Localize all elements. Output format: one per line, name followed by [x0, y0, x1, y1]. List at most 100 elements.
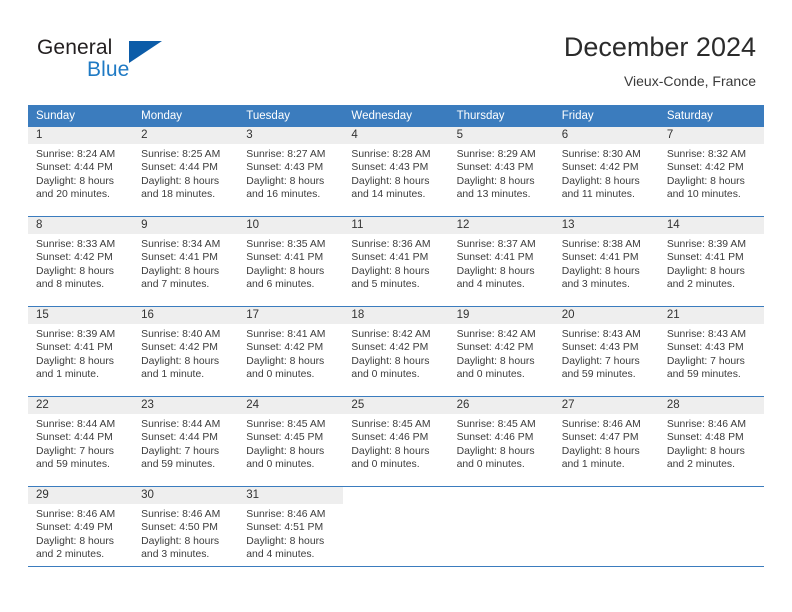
- sunset-time: Sunset: 4:43 PM: [246, 162, 324, 174]
- sunset-time: Sunset: 4:43 PM: [456, 162, 534, 174]
- day-cell-inner: 24 Sunrise: 8:45 AM Sunset: 4:45 PM Dayligh…: [238, 397, 344, 486]
- daylight-duration-line2: and 14 minutes.: [351, 189, 426, 201]
- calendar-day-cell[interactable]: 8 Sunrise: 8:33 AM Sunset: 4:42 PM Daylight…: [28, 216, 134, 307]
- daylight-duration-line2: and 59 minutes.: [666, 369, 741, 381]
- calendar-day-cell[interactable]: 21 Sunrise: 8:43 AM Sunset: 4:43 PM Dayligh…: [658, 306, 764, 397]
- calendar-day-cell[interactable]: 27 Sunrise: 8:46 AM Sunset: 4:47 PM Dayligh…: [553, 396, 659, 487]
- daylight-duration-line2: and 7 minutes.: [141, 279, 210, 291]
- daylight-duration-line1: Daylight: 8 hours: [456, 355, 535, 367]
- day-details: Sunrise: 8:41 AM Sunset: 4:42 PM Daylight:…: [238, 324, 343, 382]
- sunrise-time: Sunrise: 8:32 AM: [666, 149, 746, 160]
- sunrise-time: Sunrise: 8:41 AM: [246, 329, 326, 340]
- day-number: 6: [553, 127, 659, 144]
- sunset-time: Sunset: 4:41 PM: [561, 252, 639, 264]
- daylight-duration-line1: Daylight: 8 hours: [456, 265, 535, 277]
- daylight-duration-line1: Daylight: 7 hours: [141, 445, 220, 457]
- daylight-duration-line1: Daylight: 8 hours: [666, 175, 745, 187]
- daylight-duration-line2: and 0 minutes.: [456, 459, 525, 471]
- day-details: Sunrise: 8:33 AM Sunset: 4:42 PM Daylight:…: [28, 234, 133, 292]
- daylight-duration-line1: Daylight: 8 hours: [36, 355, 114, 367]
- calendar-day-cell[interactable]: 24 Sunrise: 8:45 AM Sunset: 4:45 PM Dayligh…: [238, 396, 344, 487]
- calendar-day-cell[interactable]: 22 Sunrise: 8:44 AM Sunset: 4:44 PM Dayligh…: [28, 396, 134, 487]
- calendar-day-cell[interactable]: 1 Sunrise: 8:24 AM Sunset: 4:44 PM Daylight…: [28, 127, 134, 217]
- calendar-day-cell[interactable]: 2 Sunrise: 8:25 AM Sunset: 4:44 PM Daylight…: [133, 127, 239, 217]
- day-cell-inner: [553, 487, 659, 576]
- sunrise-time: Sunrise: 8:44 AM: [141, 419, 221, 430]
- calendar-day-cell[interactable]: 4 Sunrise: 8:28 AM Sunset: 4:43 PM Daylight…: [343, 127, 449, 217]
- calendar-day-cell[interactable]: 11 Sunrise: 8:36 AM Sunset: 4:41 PM Dayligh…: [343, 216, 449, 307]
- daylight-duration-line2: and 0 minutes.: [351, 369, 420, 381]
- day-cell-inner: 14 Sunrise: 8:39 AM Sunset: 4:41 PM Dayligh…: [658, 217, 764, 306]
- day-details: Sunrise: 8:25 AM Sunset: 4:44 PM Daylight:…: [133, 144, 238, 202]
- calendar-day-cell[interactable]: 23 Sunrise: 8:44 AM Sunset: 4:44 PM Dayligh…: [133, 396, 239, 487]
- logo-text-general: General: [37, 36, 113, 59]
- calendar-day-cell[interactable]: 3 Sunrise: 8:27 AM Sunset: 4:43 PM Daylight…: [238, 127, 344, 217]
- sunrise-time: Sunrise: 8:38 AM: [561, 239, 641, 250]
- sunset-time: Sunset: 4:43 PM: [666, 342, 744, 354]
- calendar-day-cell[interactable]: 15 Sunrise: 8:39 AM Sunset: 4:41 PM Dayligh…: [28, 306, 134, 397]
- sunset-time: Sunset: 4:42 PM: [36, 252, 113, 264]
- calendar-day-cell[interactable]: 12 Sunrise: 8:37 AM Sunset: 4:41 PM Dayligh…: [448, 216, 554, 307]
- calendar-day-cell-empty: [553, 486, 659, 576]
- calendar-week-row: 1 Sunrise: 8:24 AM Sunset: 4:44 PM Daylight…: [28, 127, 764, 217]
- calendar-day-cell[interactable]: 29 Sunrise: 8:46 AM Sunset: 4:49 PM Dayligh…: [28, 486, 134, 576]
- sunset-time: Sunset: 4:43 PM: [351, 162, 429, 174]
- calendar-head: Sunday Monday Tuesday Wednesday Thursday…: [28, 105, 764, 127]
- calendar-day-cell[interactable]: 6 Sunrise: 8:30 AM Sunset: 4:42 PM Daylight…: [553, 127, 659, 217]
- sunset-time: Sunset: 4:42 PM: [456, 342, 534, 354]
- calendar-day-cell[interactable]: 9 Sunrise: 8:34 AM Sunset: 4:41 PM Daylight…: [133, 216, 239, 307]
- sunrise-time: Sunrise: 8:46 AM: [666, 419, 746, 430]
- day-details: Sunrise: 8:35 AM Sunset: 4:41 PM Daylight:…: [238, 234, 343, 292]
- sunset-time: Sunset: 4:49 PM: [36, 522, 113, 534]
- daylight-duration-line2: and 2 minutes.: [666, 459, 736, 471]
- sunrise-time: Sunrise: 8:46 AM: [141, 509, 221, 520]
- day-number: 21: [658, 307, 764, 324]
- day-cell-inner: 20 Sunrise: 8:43 AM Sunset: 4:43 PM Dayligh…: [553, 307, 659, 396]
- calendar-day-cell[interactable]: 5 Sunrise: 8:29 AM Sunset: 4:43 PM Daylight…: [448, 127, 554, 217]
- general-blue-logo[interactable]: General Blue: [37, 36, 187, 92]
- calendar-day-cell[interactable]: 20 Sunrise: 8:43 AM Sunset: 4:43 PM Dayligh…: [553, 306, 659, 397]
- sunrise-time: Sunrise: 8:46 AM: [36, 509, 116, 520]
- daylight-duration-line2: and 1 minute.: [141, 369, 205, 381]
- sunrise-time: Sunrise: 8:25 AM: [141, 149, 221, 160]
- day-details: Sunrise: 8:44 AM Sunset: 4:44 PM Daylight:…: [133, 414, 238, 472]
- calendar-day-cell[interactable]: 16 Sunrise: 8:40 AM Sunset: 4:42 PM Dayligh…: [133, 306, 239, 397]
- calendar-day-cell[interactable]: 25 Sunrise: 8:45 AM Sunset: 4:46 PM Dayligh…: [343, 396, 449, 487]
- sunset-time: Sunset: 4:42 PM: [561, 162, 639, 174]
- day-number: [658, 487, 764, 504]
- calendar-day-cell[interactable]: 28 Sunrise: 8:46 AM Sunset: 4:48 PM Dayligh…: [658, 396, 764, 487]
- day-number: 13: [553, 217, 659, 234]
- calendar-day-cell[interactable]: 18 Sunrise: 8:42 AM Sunset: 4:42 PM Dayligh…: [343, 306, 449, 397]
- sunset-time: Sunset: 4:44 PM: [36, 432, 113, 444]
- day-cell-inner: 22 Sunrise: 8:44 AM Sunset: 4:44 PM Dayligh…: [28, 397, 134, 486]
- sunrise-time: Sunrise: 8:45 AM: [456, 419, 536, 430]
- sunset-time: Sunset: 4:42 PM: [246, 342, 324, 354]
- calendar-day-cell[interactable]: 14 Sunrise: 8:39 AM Sunset: 4:41 PM Dayligh…: [658, 216, 764, 307]
- day-number: 27: [553, 397, 659, 414]
- daylight-duration-line1: Daylight: 8 hours: [666, 445, 745, 457]
- sunrise-time: Sunrise: 8:43 AM: [666, 329, 746, 340]
- daylight-duration-line1: Daylight: 8 hours: [456, 445, 535, 457]
- day-number: 11: [343, 217, 449, 234]
- daylight-duration-line1: Daylight: 8 hours: [141, 535, 220, 547]
- daylight-duration-line2: and 59 minutes.: [141, 459, 216, 471]
- calendar-day-cell[interactable]: 17 Sunrise: 8:41 AM Sunset: 4:42 PM Dayligh…: [238, 306, 344, 397]
- calendar-day-cell[interactable]: 31 Sunrise: 8:46 AM Sunset: 4:51 PM Dayligh…: [238, 486, 344, 576]
- day-number: 3: [238, 127, 344, 144]
- day-details: Sunrise: 8:46 AM Sunset: 4:51 PM Daylight:…: [238, 504, 343, 562]
- weekday-header-row: Sunday Monday Tuesday Wednesday Thursday…: [28, 105, 764, 127]
- calendar-day-cell[interactable]: 30 Sunrise: 8:46 AM Sunset: 4:50 PM Dayligh…: [133, 486, 239, 576]
- sunrise-time: Sunrise: 8:36 AM: [351, 239, 431, 250]
- daylight-duration-line2: and 1 minute.: [36, 369, 99, 381]
- calendar-day-cell[interactable]: 26 Sunrise: 8:45 AM Sunset: 4:46 PM Dayligh…: [448, 396, 554, 487]
- sunset-time: Sunset: 4:41 PM: [666, 252, 744, 264]
- day-details: Sunrise: 8:32 AM Sunset: 4:42 PM Daylight:…: [659, 144, 764, 202]
- day-number: 29: [28, 487, 134, 504]
- calendar-day-cell[interactable]: 7 Sunrise: 8:32 AM Sunset: 4:42 PM Daylight…: [658, 127, 764, 217]
- daylight-duration-line1: Daylight: 8 hours: [561, 265, 640, 277]
- daylight-duration-line2: and 59 minutes.: [561, 369, 636, 381]
- calendar-day-cell[interactable]: 10 Sunrise: 8:35 AM Sunset: 4:41 PM Dayligh…: [238, 216, 344, 307]
- calendar-day-cell[interactable]: 19 Sunrise: 8:42 AM Sunset: 4:42 PM Dayligh…: [448, 306, 554, 397]
- sunset-time: Sunset: 4:42 PM: [141, 342, 218, 354]
- calendar-day-cell[interactable]: 13 Sunrise: 8:38 AM Sunset: 4:41 PM Dayligh…: [553, 216, 659, 307]
